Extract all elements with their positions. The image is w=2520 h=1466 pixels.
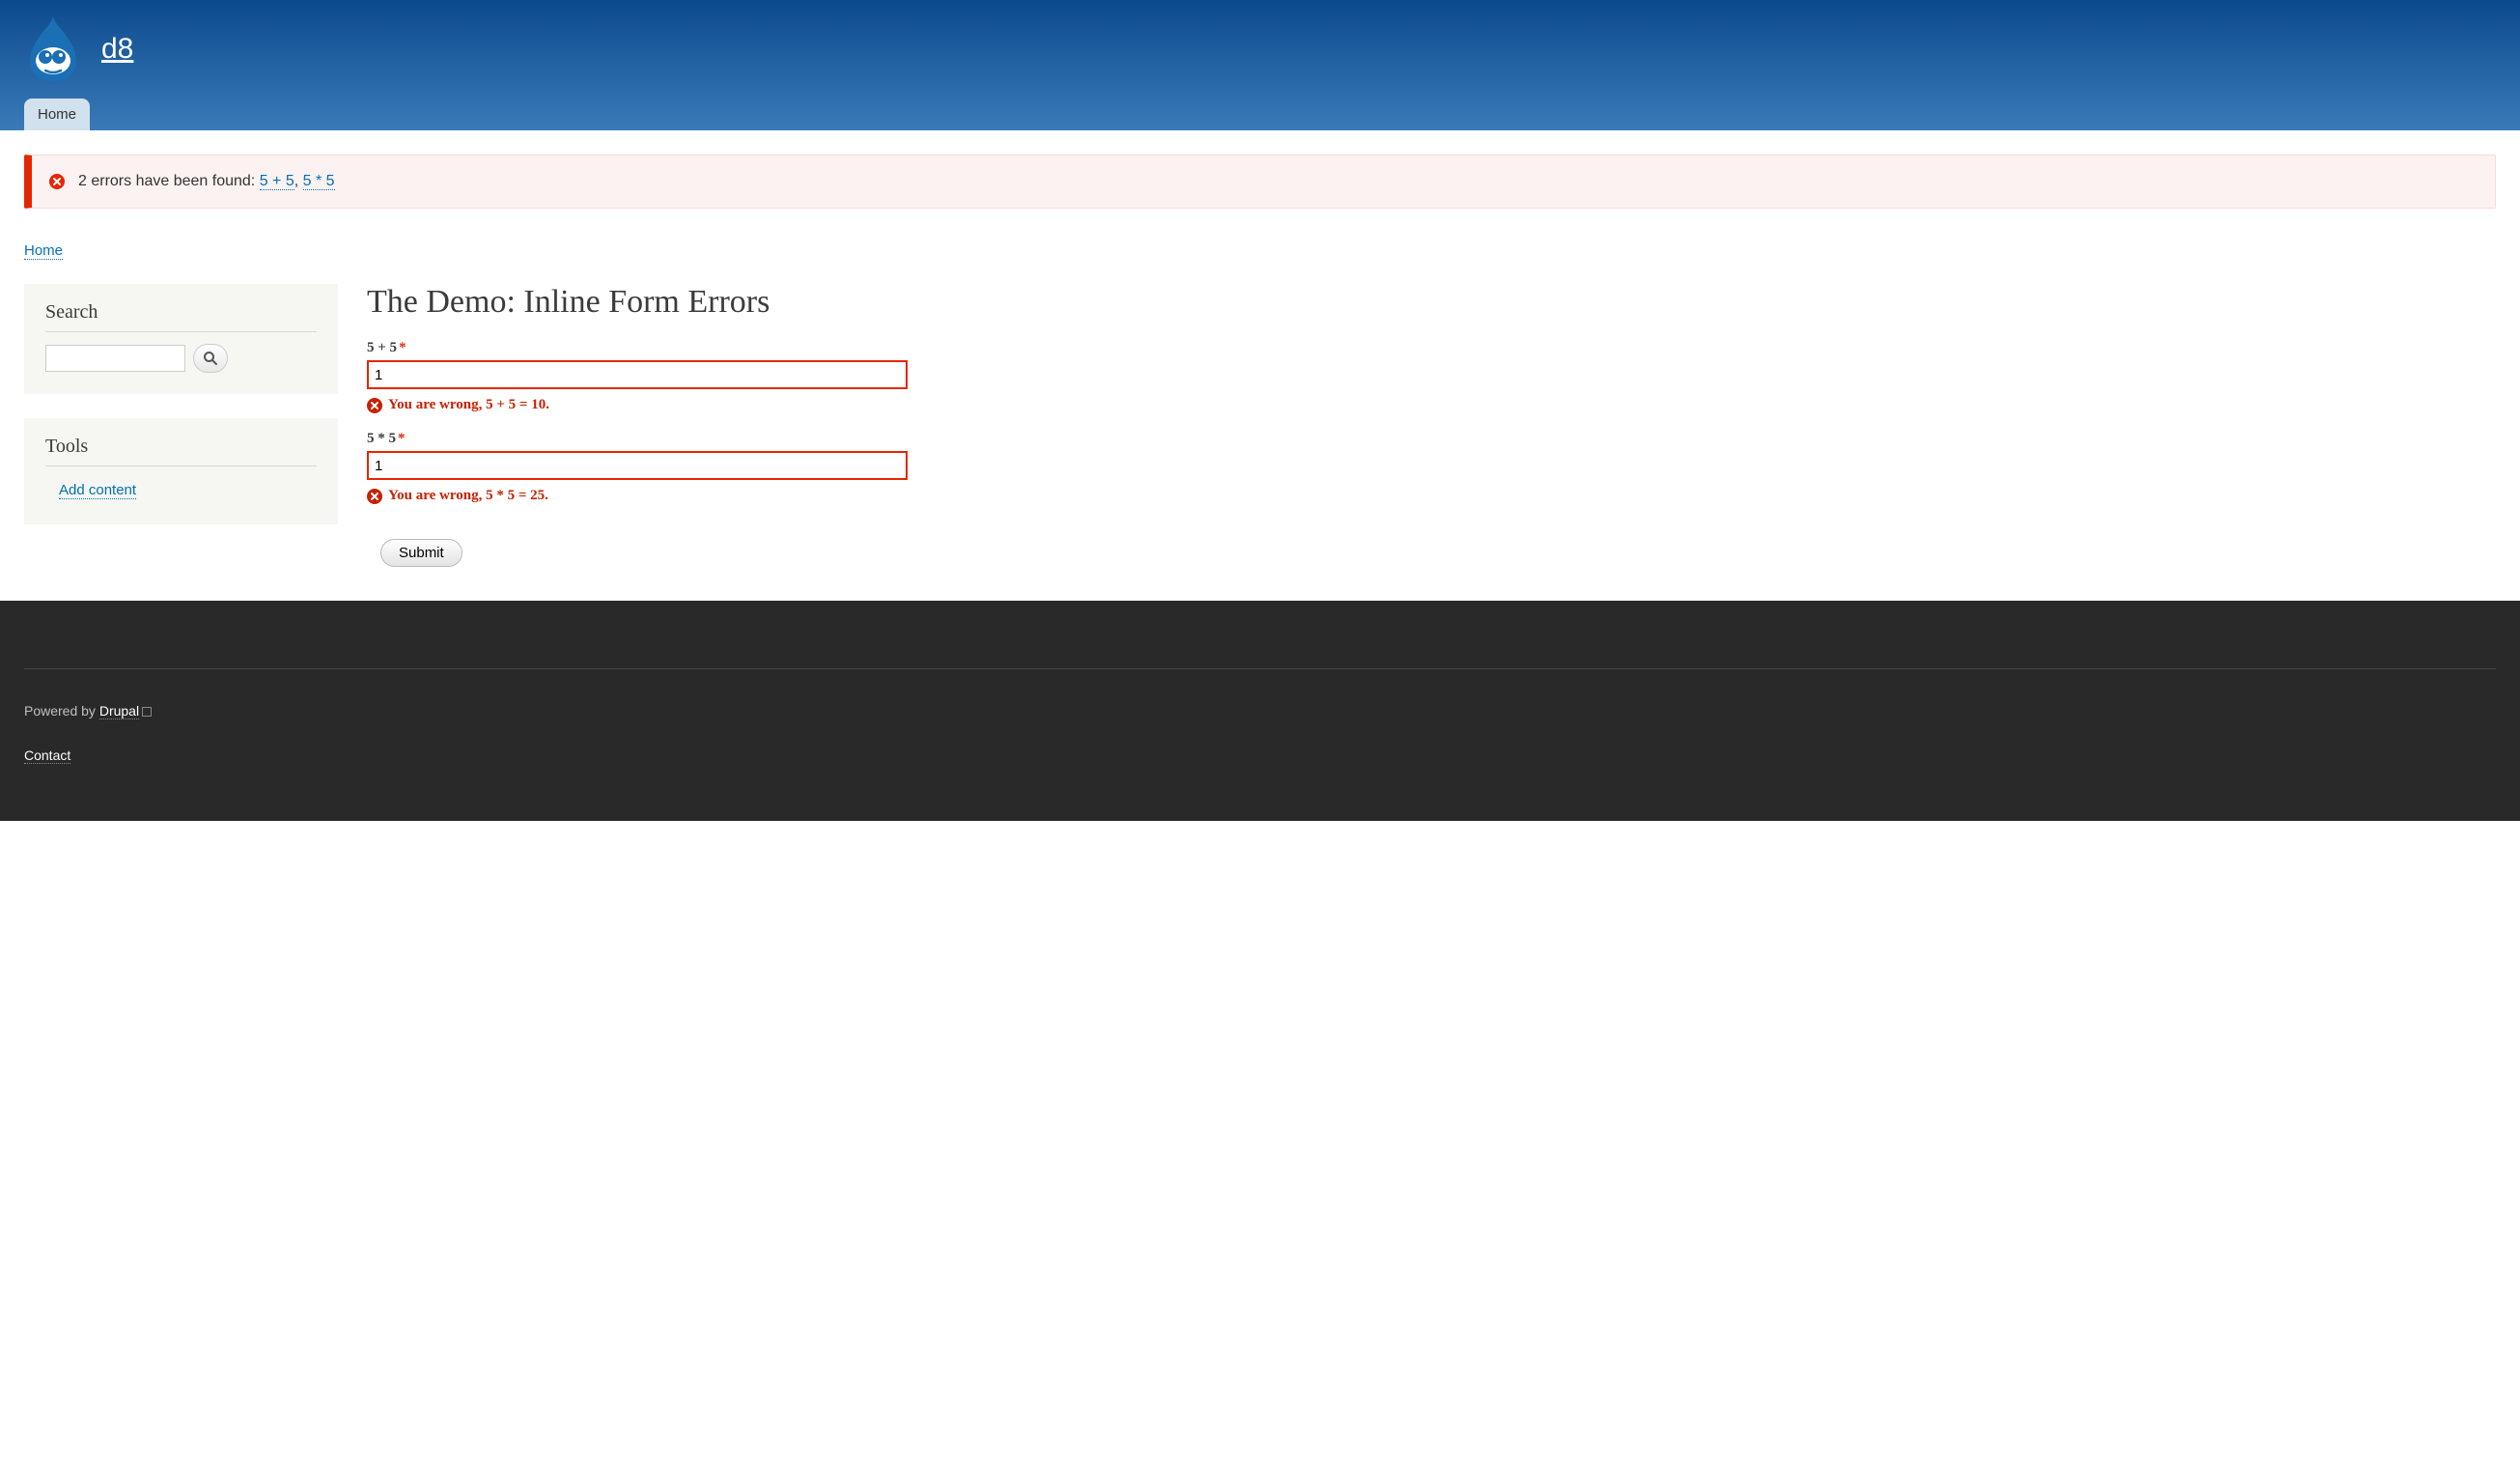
site-name[interactable]: d8 — [101, 33, 133, 66]
footer-divider — [24, 668, 2496, 669]
main-nav: Home — [0, 99, 2520, 130]
search-button[interactable] — [193, 344, 228, 373]
drupal-logo-icon[interactable] — [24, 14, 82, 84]
field1-error-text: You are wrong, 5 + 5 = 10. — [388, 397, 549, 413]
form-item-1: 5 + 5* You are wrong, 5 + 5 = 10. — [367, 340, 2496, 413]
powered-by: Powered by Drupal — [24, 703, 2496, 719]
tools-block-title: Tools — [45, 436, 317, 466]
site-footer: Powered by Drupal Contact — [0, 601, 2520, 821]
error-icon — [367, 489, 382, 504]
search-input[interactable] — [45, 345, 185, 372]
field2-error-text: You are wrong, 5 * 5 = 25. — [388, 488, 548, 504]
powered-by-prefix: Powered by — [24, 703, 99, 719]
breadcrumb-home[interactable]: Home — [24, 242, 63, 260]
required-marker-icon: * — [399, 340, 406, 355]
search-block: Search — [24, 284, 338, 394]
error-icon — [49, 174, 65, 189]
branding: d8 — [24, 14, 2496, 99]
field2-label: 5 * 5* — [367, 431, 2496, 447]
search-block-title: Search — [45, 301, 317, 332]
field2-label-text: 5 * 5 — [367, 431, 396, 446]
error-icon — [367, 398, 382, 413]
page-title: The Demo: Inline Form Errors — [367, 284, 2496, 321]
submit-button[interactable]: Submit — [380, 539, 462, 567]
drupal-link[interactable]: Drupal — [99, 703, 139, 719]
error-summary-text: 2 errors have been found: — [78, 173, 255, 189]
list-item: Add content — [45, 478, 317, 503]
nav-tab-home[interactable]: Home — [24, 99, 90, 130]
add-content-link[interactable]: Add content — [59, 482, 136, 499]
error-link-1[interactable]: 5 + 5 — [260, 173, 294, 190]
field1-error: You are wrong, 5 + 5 = 10. — [367, 397, 2496, 413]
error-link-2[interactable]: 5 * 5 — [303, 173, 335, 190]
error-messages-box: 2 errors have been found: 5 + 5, 5 * 5 — [24, 155, 2496, 209]
field2-input[interactable] — [367, 451, 908, 480]
field1-label: 5 + 5* — [367, 340, 2496, 356]
field1-label-text: 5 + 5 — [367, 340, 397, 355]
required-marker-icon: * — [398, 431, 406, 446]
main-content: The Demo: Inline Form Errors 5 + 5* You … — [367, 284, 2496, 567]
tools-block: Tools Add content — [24, 418, 338, 524]
field1-input[interactable] — [367, 360, 908, 389]
error-separator: , — [294, 173, 303, 189]
breadcrumb: Home — [24, 242, 2496, 260]
external-link-icon — [142, 707, 152, 717]
contact-link[interactable]: Contact — [24, 747, 70, 764]
search-icon — [203, 351, 218, 366]
sidebar: Search Tools Add content — [24, 284, 338, 567]
field2-error: You are wrong, 5 * 5 = 25. — [367, 488, 2496, 504]
form-item-2: 5 * 5* You are wrong, 5 * 5 = 25. — [367, 431, 2496, 504]
site-header: d8 Home — [0, 0, 2520, 130]
